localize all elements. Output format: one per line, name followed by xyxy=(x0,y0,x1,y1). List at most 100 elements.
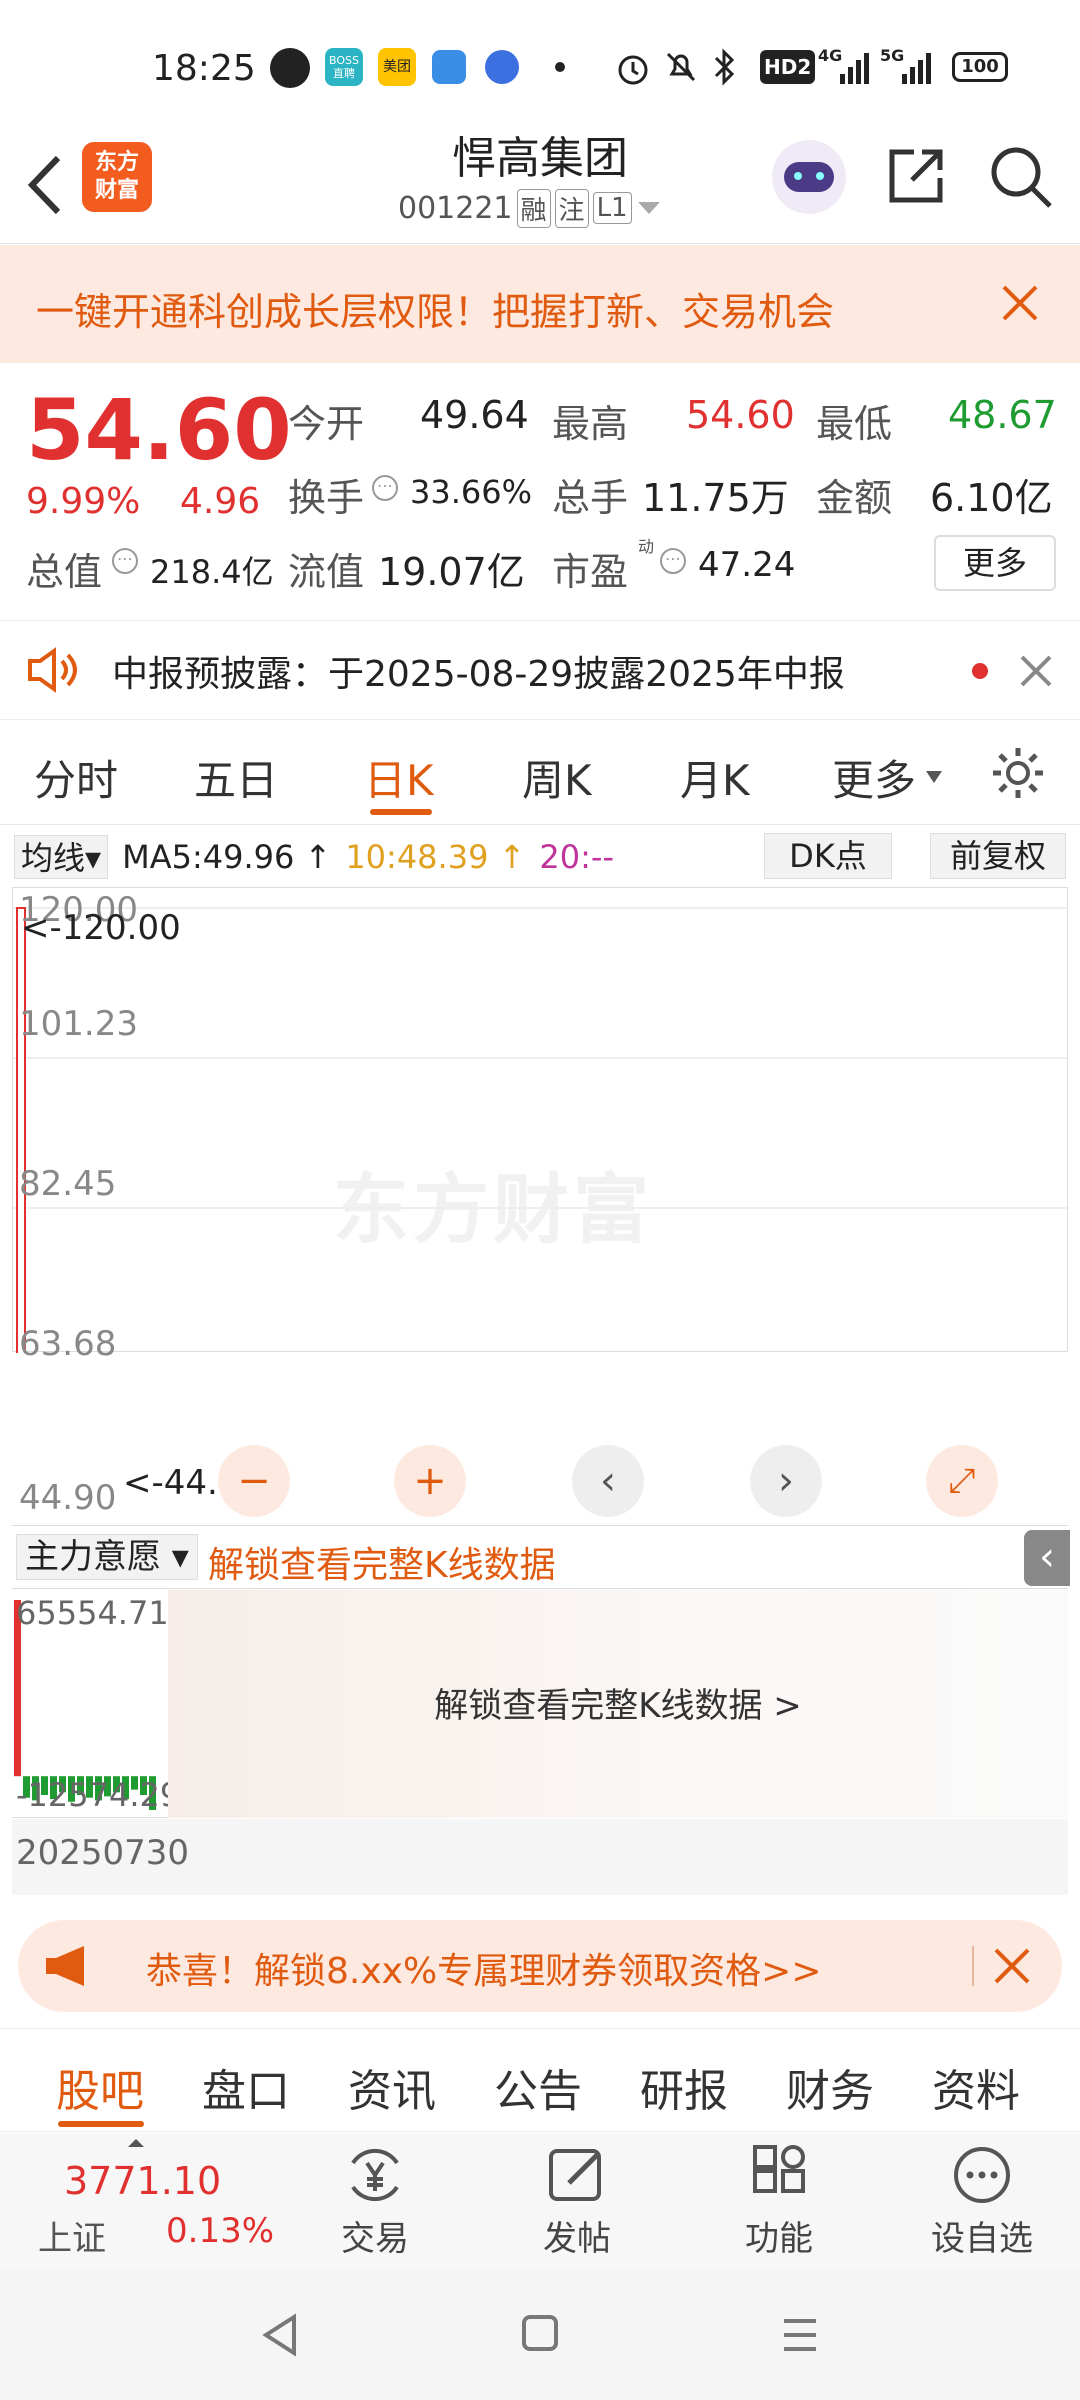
unread-dot xyxy=(972,663,988,679)
search-icon[interactable] xyxy=(988,144,1054,210)
pe-dynamic-tag: 动 xyxy=(638,537,655,556)
tab-guba[interactable]: 股吧 xyxy=(56,2055,144,2119)
5g-signal-bars xyxy=(902,53,931,84)
permission-banner[interactable]: 一键开通科创成长层权限！把握打新、交易机会 xyxy=(0,245,1080,363)
amount-label: 金额 xyxy=(816,476,893,520)
open-label: 今开 xyxy=(288,402,365,446)
system-back-icon[interactable] xyxy=(260,2313,300,2357)
ma20-value: 20:-- xyxy=(539,838,614,876)
chevron-down-icon xyxy=(926,771,942,783)
float-label: 流值 xyxy=(288,550,365,594)
change-percent: 9.99% xyxy=(26,481,141,522)
earnings-notice[interactable]: 中报预披露：于2025-08-29披露2025年中报 xyxy=(0,620,1080,720)
system-home-icon[interactable] xyxy=(520,2313,560,2353)
ma5-value: MA5:49.96 ↑ xyxy=(122,838,332,876)
candlestick-plot xyxy=(13,907,1069,1353)
close-icon[interactable] xyxy=(1018,653,1054,689)
low-value: 48.67 xyxy=(948,393,1057,437)
tab-weekly-k[interactable]: 周K xyxy=(522,747,592,808)
mute-icon xyxy=(666,52,696,82)
banner-text[interactable]: 一键开通科创成长层权限！把握打新、交易机会 xyxy=(36,281,834,336)
y-tick-label: 63.68 xyxy=(19,1324,117,1364)
content-tabs: 股吧 盘口 资讯 公告 研报 财务 资料 xyxy=(0,2028,1080,2132)
promo-banner[interactable]: 恭喜！解锁8.xx%专属理财券领取资格>> xyxy=(18,1920,1062,2012)
chevron-left-icon[interactable]: ‹ xyxy=(572,1445,644,1517)
yuan-exchange-icon xyxy=(351,2148,399,2202)
indicator-select[interactable]: 主力意愿 ▾ xyxy=(16,1534,198,1580)
dk-point-button[interactable]: DK点 xyxy=(764,833,892,879)
baidu-app-icon xyxy=(485,50,519,84)
index-widget[interactable]: 3771.10 上证 0.13% xyxy=(20,2133,274,2269)
info-icon[interactable]: ⋯ xyxy=(372,475,398,501)
tab-research[interactable]: 研报 xyxy=(640,2055,728,2119)
tab-news[interactable]: 资讯 xyxy=(348,2055,436,2119)
chevron-right-icon[interactable]: › xyxy=(750,1445,822,1517)
index-value: 3771.10 xyxy=(64,2159,222,2203)
ma10-value: 10:48.39 ↑ xyxy=(345,838,526,876)
feather-app-icon xyxy=(432,50,466,84)
back-icon[interactable] xyxy=(20,150,68,220)
registration-tag: 注 xyxy=(554,188,589,228)
indicator-max: 65554.71 xyxy=(16,1594,169,1632)
candle xyxy=(16,907,26,1353)
system-menu-icon[interactable] xyxy=(780,2315,820,2355)
edit-icon xyxy=(549,2149,601,2201)
functions-button[interactable]: 功能 xyxy=(712,2133,846,2269)
bottom-action-bar: 3771.10 上证 0.13% 交易 发帖 功能 设自选 xyxy=(0,2133,1080,2269)
info-icon[interactable]: ⋯ xyxy=(112,548,138,574)
gear-icon[interactable] xyxy=(990,745,1046,801)
unlock-link[interactable]: 解锁查看完整K线数据 xyxy=(208,1536,556,1588)
trade-button[interactable]: 交易 xyxy=(308,2133,442,2269)
status-time: 18:25 xyxy=(152,48,256,89)
pe-label: 市盈 xyxy=(552,550,629,594)
period-tabs: 分时 五日 日K 周K 月K 更多 xyxy=(0,725,1080,825)
status-bar: 18:25 BOSS 直聘 美团 HD2 4G 5G 100 xyxy=(0,0,1080,130)
info-icon[interactable]: ⋯ xyxy=(660,548,686,574)
tab-daily-k[interactable]: 日K xyxy=(364,747,434,808)
tab-announcements[interactable]: 公告 xyxy=(494,2055,582,2119)
adjust-button[interactable]: 前复权 xyxy=(930,833,1066,879)
share-icon[interactable] xyxy=(884,144,948,208)
minus-icon[interactable]: − xyxy=(218,1445,290,1517)
float-value: 19.07亿 xyxy=(378,550,525,594)
more-button[interactable]: 更多 xyxy=(934,535,1056,591)
promo-text[interactable]: 恭喜！解锁8.xx%专属理财券领取资格>> xyxy=(146,1942,822,1994)
ma-select[interactable]: 均线▾ xyxy=(14,835,109,879)
unlock-overlay[interactable]: 解锁查看完整K线数据 > xyxy=(168,1590,1068,1818)
y-tick-label: 44.90 xyxy=(19,1478,117,1518)
alarm-icon xyxy=(618,55,648,85)
tab-profile[interactable]: 资料 xyxy=(932,2055,1020,2119)
notice-text[interactable]: 中报预披露：于2025-08-29披露2025年中报 xyxy=(112,645,845,697)
active-tab-indicator xyxy=(370,809,432,815)
4g-signal-bars xyxy=(840,53,869,84)
unlock-overlay-text[interactable]: 解锁查看完整K线数据 > xyxy=(168,1678,1068,1727)
eastmoney-logo[interactable]: 东方 财富 xyxy=(82,142,152,212)
turnover-label: 换手 xyxy=(288,476,365,520)
tab-intraday[interactable]: 分时 xyxy=(34,747,118,808)
close-icon[interactable] xyxy=(992,1946,1032,1986)
stock-code: 001221 xyxy=(398,190,513,226)
expand-icon[interactable]: ⤢ xyxy=(926,1445,998,1517)
dropdown-icon[interactable] xyxy=(636,198,662,218)
post-button[interactable]: 发帖 xyxy=(510,2133,644,2269)
pe-value: 47.24 xyxy=(698,545,796,585)
tab-monthly-k[interactable]: 月K xyxy=(680,747,750,808)
plus-icon[interactable]: + xyxy=(394,1445,466,1517)
tab-five-day[interactable]: 五日 xyxy=(194,747,278,808)
tab-pankou[interactable]: 盘口 xyxy=(202,2055,290,2119)
y-tick-label: 82.45 xyxy=(19,1164,117,1204)
megaphone-icon xyxy=(46,1946,84,1986)
margin-tag: 融 xyxy=(516,188,551,228)
collapse-tab-icon[interactable]: ‹ xyxy=(1024,1530,1070,1586)
tab-finance[interactable]: 财务 xyxy=(786,2055,874,2119)
chevron-up-icon xyxy=(128,2139,144,2147)
sub-indicator-bar: 主力意愿 ▾ 解锁查看完整K线数据 ‹ xyxy=(12,1525,1070,1589)
price-chart[interactable]: 东方财富 120.00 101.23 82.45 63.68 44.90 <-1… xyxy=(12,887,1069,1518)
add-watchlist-button[interactable]: 设自选 xyxy=(912,2133,1052,2269)
ai-robot-icon[interactable] xyxy=(772,140,846,214)
index-change: 0.13% xyxy=(166,2211,275,2251)
close-icon[interactable] xyxy=(998,281,1042,325)
tab-more[interactable]: 更多 xyxy=(832,747,916,808)
dot-icon xyxy=(555,62,565,72)
high-label: 最高 xyxy=(552,402,629,446)
